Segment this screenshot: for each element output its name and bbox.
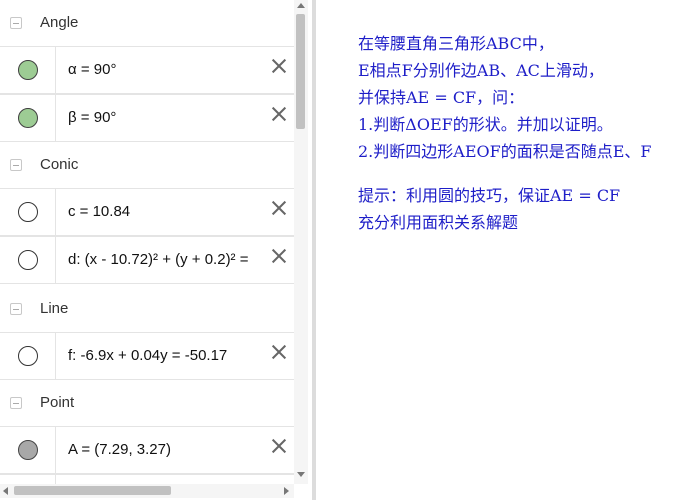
close-icon[interactable] (270, 105, 288, 123)
scroll-up-icon[interactable] (297, 3, 305, 8)
algebra-expression[interactable]: c = 10.84 (68, 203, 130, 220)
algebra-view: Angle α = 90° β = 90° Conic c = 10.84 d:… (0, 0, 294, 484)
marble-cell (0, 189, 56, 235)
algebra-item-f[interactable]: f: -6.9x + 0.04y = -50.17 (0, 332, 294, 380)
algebra-item-d[interactable]: d: (x - 10.72)² + (y + 0.2)² = (0, 236, 294, 284)
algebra-expression[interactable]: β = 90° (68, 109, 116, 126)
group-angle[interactable]: Angle (0, 0, 294, 46)
close-icon[interactable] (270, 343, 288, 361)
visibility-marble-icon[interactable] (18, 202, 38, 222)
scroll-down-icon[interactable] (297, 472, 305, 477)
scroll-thumb[interactable] (296, 14, 305, 129)
visibility-marble-icon[interactable] (18, 60, 38, 80)
close-icon[interactable] (270, 437, 288, 455)
horizontal-scrollbar[interactable] (0, 484, 294, 498)
close-icon[interactable] (270, 199, 288, 217)
marble-cell (0, 95, 56, 141)
collapse-icon[interactable] (10, 397, 22, 409)
scroll-left-icon[interactable] (3, 487, 8, 495)
marble-cell (0, 333, 56, 379)
algebra-item-A[interactable]: A = (7.29, 3.27) (0, 426, 294, 474)
collapse-icon[interactable] (10, 159, 22, 171)
group-conic[interactable]: Conic (0, 142, 294, 188)
problem-text-line: 1.判断ΔOEF的形状。并加以证明。 (358, 115, 613, 134)
problem-text-line: 2.判断四边形AEOF的面积是否随点E、F (358, 142, 652, 161)
visibility-marble-icon[interactable] (18, 346, 38, 366)
visibility-marble-icon[interactable] (18, 440, 38, 460)
algebra-expression[interactable]: f: -6.9x + 0.04y = -50.17 (68, 347, 227, 364)
collapse-icon[interactable] (10, 17, 22, 29)
marble-cell (0, 237, 56, 283)
group-point[interactable]: Point (0, 380, 294, 426)
algebra-item-beta[interactable]: β = 90° (0, 94, 294, 142)
algebra-item-next[interactable] (0, 474, 294, 484)
marble-cell (0, 427, 56, 473)
problem-text-line: 在等腰直角三角形ABC中， (358, 34, 554, 53)
hint-text-line: 充分利用面积关系解题 (358, 213, 519, 232)
scroll-right-icon[interactable] (284, 487, 289, 495)
group-label: Point (40, 394, 75, 411)
problem-text-line: E相点F分别作边AB、AC上滑动， (358, 61, 604, 80)
algebra-item-alpha[interactable]: α = 90° (0, 46, 294, 94)
algebra-item-c[interactable]: c = 10.84 (0, 188, 294, 236)
graphics-view[interactable]: 在等腰直角三角形ABC中， E相点F分别作边AB、AC上滑动， 并保持AE = … (316, 0, 700, 500)
close-icon[interactable] (270, 247, 288, 265)
visibility-marble-icon[interactable] (18, 108, 38, 128)
hint-text-line: 提示：利用圆的技巧，保证AE = CF (358, 186, 621, 205)
group-label: Conic (40, 156, 79, 173)
algebra-expression[interactable]: A = (7.29, 3.27) (68, 441, 171, 458)
close-icon[interactable] (270, 57, 288, 75)
algebra-expression[interactable]: α = 90° (68, 61, 116, 78)
problem-text-line: 并保持AE = CF，问： (358, 88, 525, 107)
group-line[interactable]: Line (0, 286, 294, 332)
vertical-scrollbar[interactable] (294, 0, 308, 484)
visibility-marble-icon[interactable] (18, 250, 38, 270)
marble-cell (0, 47, 56, 93)
collapse-icon[interactable] (10, 303, 22, 315)
group-label: Line (40, 300, 69, 317)
group-label: Angle (40, 14, 79, 31)
scroll-thumb[interactable] (14, 486, 171, 495)
algebra-expression[interactable]: d: (x - 10.72)² + (y + 0.2)² = (68, 251, 248, 268)
marble-cell (0, 475, 56, 484)
